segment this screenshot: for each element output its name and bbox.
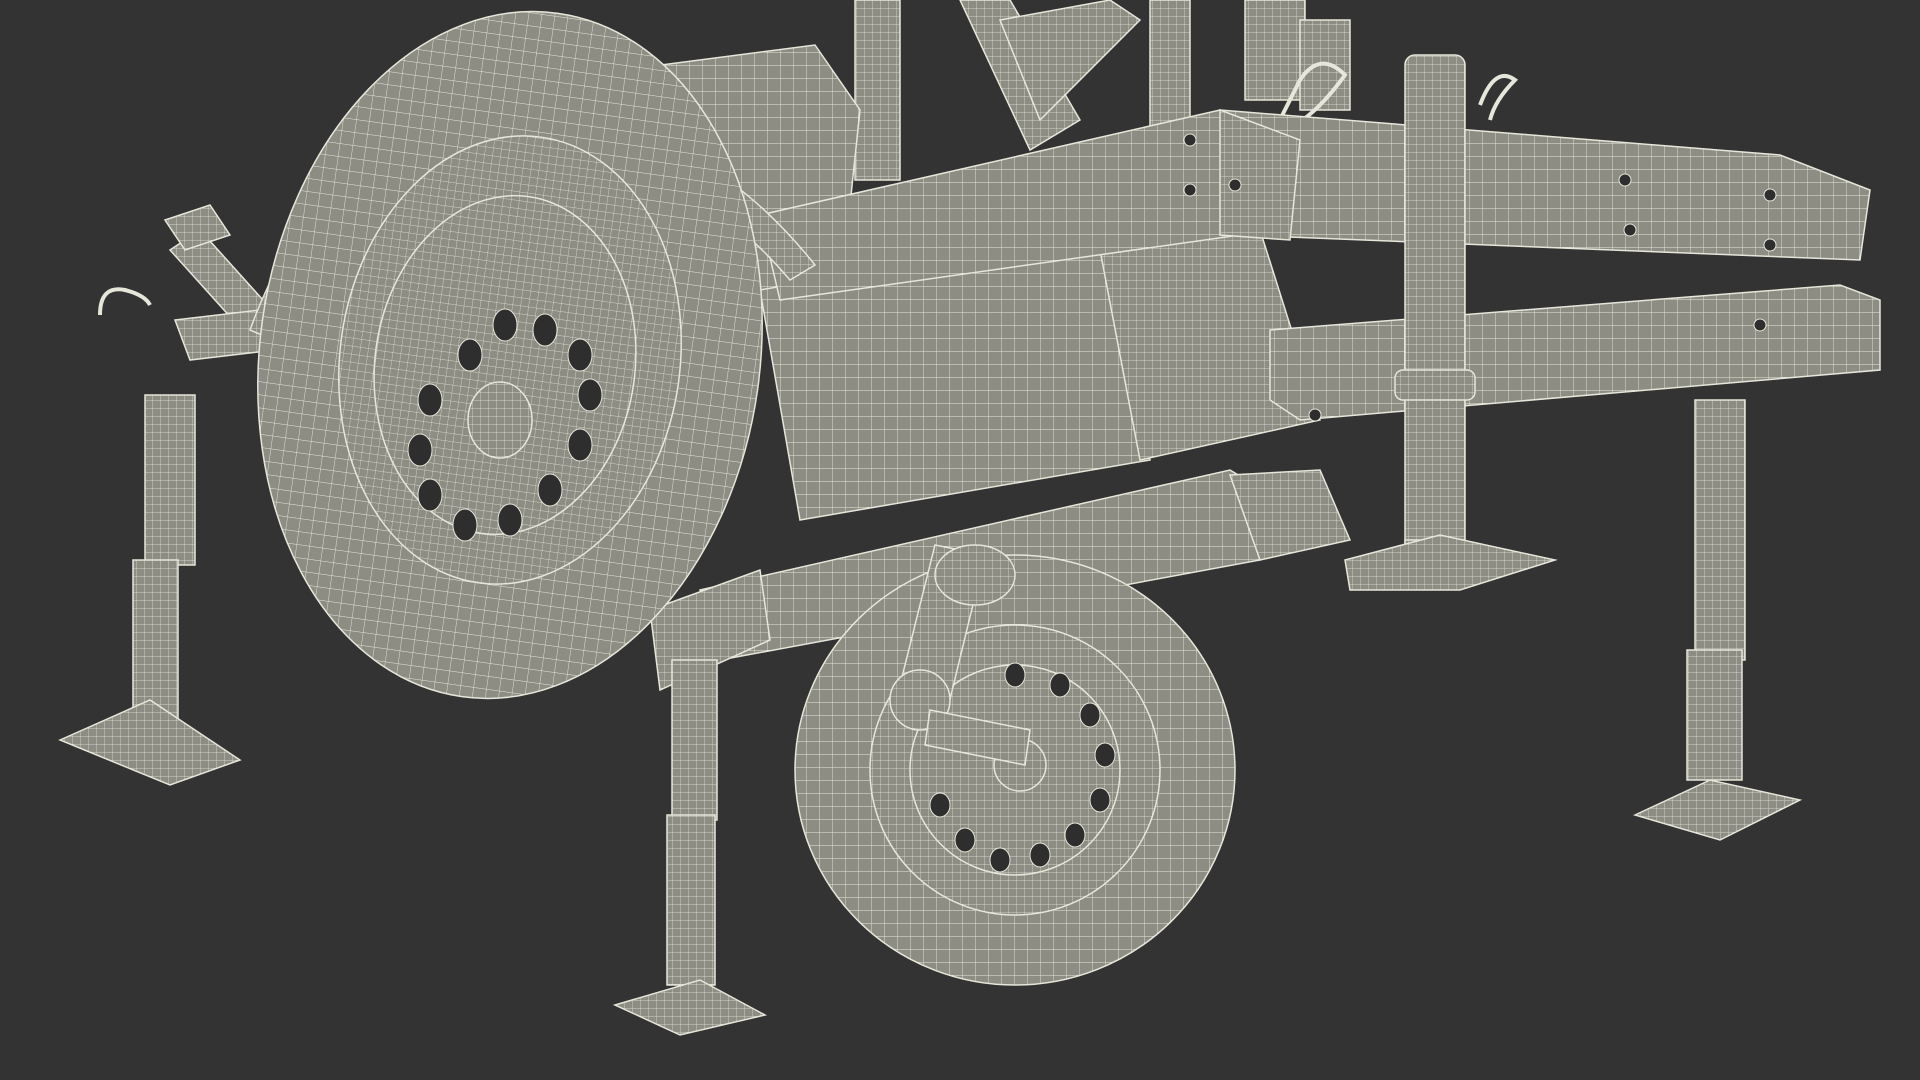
rear-wheel-hub [467, 381, 533, 459]
mast-pole [1394, 54, 1476, 576]
front-wheel [794, 554, 1236, 986]
render-viewport [0, 0, 1920, 1080]
